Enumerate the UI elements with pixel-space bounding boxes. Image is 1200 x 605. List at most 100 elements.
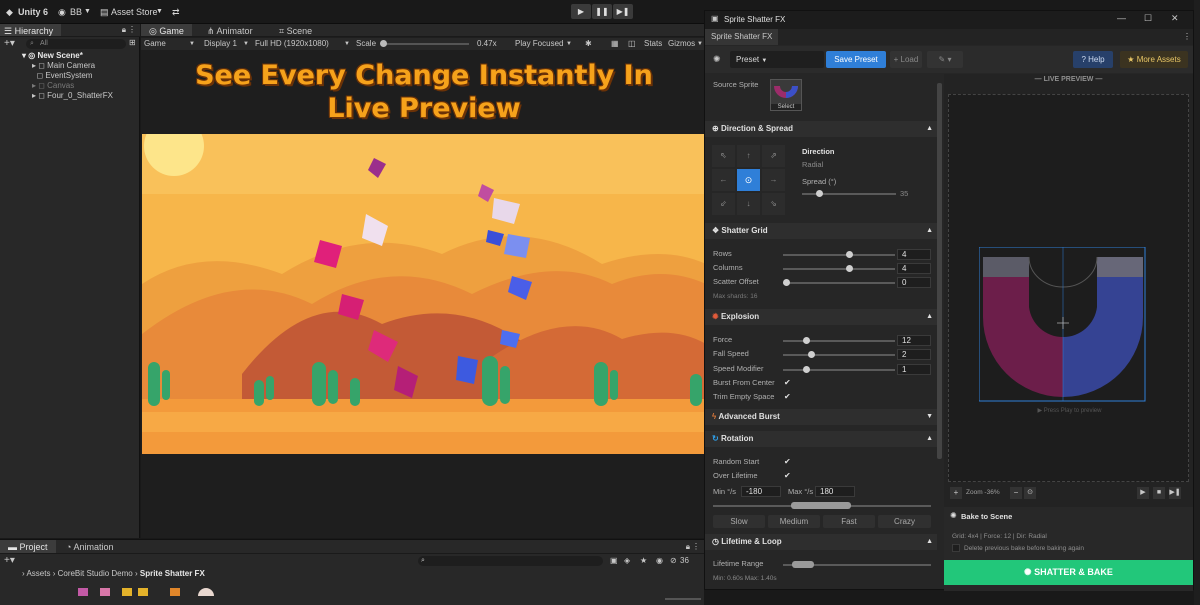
account-icon[interactable]: ◉ xyxy=(58,5,66,19)
preview-step-icon[interactable]: ▶❚ xyxy=(1169,487,1181,499)
scatter-offset-slider[interactable] xyxy=(783,282,895,284)
arrow-n-icon[interactable]: ↑ xyxy=(737,145,760,167)
arrow-s-icon[interactable]: ↓ xyxy=(737,193,760,215)
filter-label-icon[interactable]: ◈ xyxy=(624,555,630,567)
favorite-icon[interactable]: ★ xyxy=(640,555,647,567)
hierarchy-search-input[interactable]: ⌕ All xyxy=(26,39,126,49)
tab-hierarchy[interactable]: ☰ Hierarchy xyxy=(0,24,62,36)
arrow-ne-icon[interactable]: ⇗ xyxy=(762,145,785,167)
section-lifetime-loop[interactable]: ◷ Lifetime & Loop ▲ xyxy=(705,534,937,550)
tab-sprite-shatter[interactable]: Sprite Shatter FX xyxy=(705,29,779,45)
preview-stop-icon[interactable]: ■ xyxy=(1153,487,1165,499)
close-icon[interactable]: ✕ xyxy=(1171,13,1179,24)
max-rotation-field[interactable]: 180 xyxy=(815,486,855,497)
stats-button[interactable]: Stats xyxy=(644,38,662,50)
tab-game[interactable]: ◎ Game xyxy=(141,24,192,36)
screenshot-icon[interactable]: ◫ xyxy=(628,38,636,50)
fall-speed-handle[interactable] xyxy=(808,351,815,358)
chevron-down-icon[interactable]: ▼ xyxy=(84,5,91,19)
tab-animation[interactable]: ◔ Animation xyxy=(58,540,121,553)
play-button[interactable]: ▶ xyxy=(571,4,591,19)
chevron-down-icon[interactable]: ▼ xyxy=(189,38,195,50)
account-button[interactable]: BB xyxy=(70,5,82,19)
more-icon[interactable]: ⋮ xyxy=(692,542,700,551)
asset-thumb[interactable] xyxy=(122,588,132,596)
project-search-input[interactable]: ⌕ xyxy=(418,556,603,566)
minimize-icon[interactable]: — xyxy=(1117,13,1126,23)
arrow-nw-icon[interactable]: ⇖ xyxy=(712,145,735,167)
lock-icon[interactable]: 🔒︎ xyxy=(122,25,126,35)
rotation-preset-fast[interactable]: Fast xyxy=(823,515,875,528)
list-item[interactable]: ▸ ◻ Canvas xyxy=(32,81,74,91)
maximize-icon[interactable]: ☐ xyxy=(1144,13,1152,24)
speed-modifier-slider[interactable] xyxy=(783,369,895,371)
tab-animator[interactable]: ⋔ Animator xyxy=(199,24,261,36)
force-field[interactable]: 12 xyxy=(897,335,931,346)
section-direction[interactable]: ⊕ Direction & Spread ▲ xyxy=(705,121,937,137)
eye-icon[interactable]: ◉ xyxy=(656,555,663,567)
version-control-icon[interactable]: ⇄ xyxy=(172,5,180,19)
speed-modifier-handle[interactable] xyxy=(803,366,810,373)
store-icon[interactable]: ▤ xyxy=(100,5,109,19)
preview-play-icon[interactable]: ▶ xyxy=(1137,487,1149,499)
inspector-scrollbar[interactable] xyxy=(937,83,942,459)
force-slider-handle[interactable] xyxy=(803,337,810,344)
spread-slider-handle[interactable] xyxy=(816,190,823,197)
bug-icon[interactable]: ✱ xyxy=(585,38,592,50)
add-icon[interactable]: +▾ xyxy=(4,555,15,567)
rows-slider[interactable] xyxy=(783,254,895,256)
spread-value[interactable]: 35 xyxy=(900,189,908,199)
lifetime-range-handle[interactable] xyxy=(792,561,814,568)
game-viewport[interactable] xyxy=(142,134,706,454)
tab-scene[interactable]: ⌗ Scene xyxy=(271,24,320,36)
asset-thumb[interactable] xyxy=(198,588,214,596)
radial-center-icon[interactable]: ⊙ xyxy=(737,169,760,191)
trim-empty-checkbox[interactable]: ✔ xyxy=(784,392,793,401)
arrow-se-icon[interactable]: ⇘ xyxy=(762,193,785,215)
list-item[interactable]: ▸ ◻ Four_0_ShatterFX xyxy=(32,91,113,101)
zoom-in-icon[interactable]: + xyxy=(950,487,962,499)
scale-slider[interactable] xyxy=(381,43,469,45)
zoom-out-icon[interactable]: − xyxy=(1010,487,1022,499)
chevron-down-icon[interactable]: ▼ xyxy=(697,38,703,50)
asset-thumb[interactable] xyxy=(100,588,110,596)
rows-field[interactable]: 4 xyxy=(897,249,931,260)
fall-speed-field[interactable]: 2 xyxy=(897,349,931,360)
section-rotation[interactable]: ↻ Rotation ▲ xyxy=(705,431,937,447)
section-shatter-grid[interactable]: ❖ Shatter Grid ▲ xyxy=(705,223,937,239)
resolution-select[interactable]: Full HD (1920x1080) xyxy=(255,38,329,50)
rotation-range-handle[interactable] xyxy=(791,502,851,509)
reset-zoom-icon[interactable]: ⊙ xyxy=(1024,487,1036,499)
fall-speed-slider[interactable] xyxy=(783,354,895,356)
delete-previous-checkbox[interactable] xyxy=(952,544,960,552)
chevron-down-icon[interactable]: ▼ xyxy=(243,38,249,50)
columns-slider-handle[interactable] xyxy=(846,265,853,272)
preview-canvas[interactable]: ▶ Press Play to preview xyxy=(948,94,1189,482)
min-rotation-field[interactable]: -180 xyxy=(741,486,781,497)
mute-icon[interactable]: ▦ xyxy=(611,38,619,50)
over-lifetime-checkbox[interactable]: ✔ xyxy=(784,471,793,480)
preset-select[interactable]: Preset ▼ xyxy=(730,51,824,68)
asset-thumb[interactable] xyxy=(78,588,88,596)
save-preset-button[interactable]: Save Preset xyxy=(826,51,886,68)
app-name[interactable]: Unity 6 xyxy=(18,5,48,19)
play-focused-select[interactable]: Play Focused xyxy=(515,38,563,50)
breadcrumb-item[interactable]: Assets xyxy=(26,569,50,578)
add-icon[interactable]: +▾ xyxy=(4,38,15,49)
more-assets-button[interactable]: ★ More Assets xyxy=(1120,51,1188,68)
burst-center-checkbox[interactable]: ✔ xyxy=(784,378,793,387)
section-advanced-burst[interactable]: ϟ Advanced Burst ▼ xyxy=(705,409,937,425)
source-sprite-field[interactable]: Select xyxy=(770,79,802,111)
arrow-w-icon[interactable]: ← xyxy=(712,169,735,191)
select-label[interactable]: Select xyxy=(771,104,801,110)
force-slider[interactable] xyxy=(783,340,895,342)
columns-slider[interactable] xyxy=(783,268,895,270)
random-start-checkbox[interactable]: ✔ xyxy=(784,457,793,466)
load-button[interactable]: + Load xyxy=(890,51,922,68)
asset-thumb[interactable] xyxy=(170,588,180,596)
pause-button[interactable]: ❚❚ xyxy=(592,4,612,19)
rotation-preset-slow[interactable]: Slow xyxy=(713,515,765,528)
shatter-bake-button[interactable]: ✺ SHATTER & BAKE xyxy=(944,560,1193,585)
breadcrumb-item[interactable]: Sprite Shatter FX xyxy=(140,569,205,578)
help-button[interactable]: ? Help xyxy=(1073,51,1113,68)
